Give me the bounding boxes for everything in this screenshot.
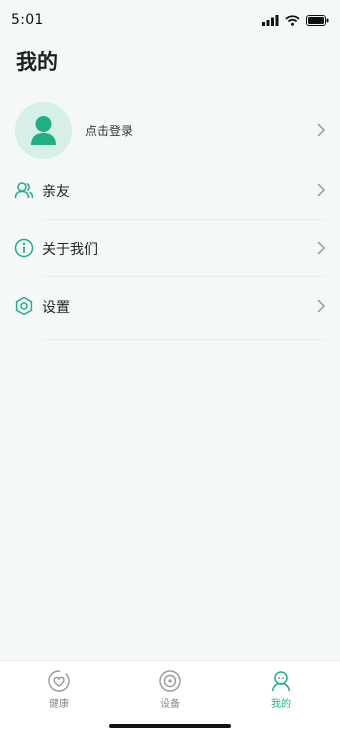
login-row[interactable]: 点击登录 bbox=[0, 98, 340, 162]
divider bbox=[42, 276, 326, 277]
health-icon bbox=[48, 670, 70, 692]
settings-icon bbox=[15, 296, 33, 316]
chevron-right-icon bbox=[317, 183, 326, 197]
menu-item-label: 关于我们 bbox=[42, 242, 98, 258]
menu-item-about[interactable]: 关于我们 bbox=[0, 220, 340, 276]
friends-icon bbox=[14, 182, 34, 199]
avatar[interactable] bbox=[15, 102, 72, 159]
tab-health[interactable]: 健康 bbox=[29, 669, 89, 713]
login-label[interactable]: 点击登录 bbox=[85, 122, 133, 139]
info-icon bbox=[14, 238, 34, 258]
profile-icon bbox=[271, 671, 291, 692]
chevron-right-icon bbox=[317, 123, 326, 137]
page-title: 我的 bbox=[16, 50, 58, 74]
menu-item-label: 设置 bbox=[42, 300, 70, 316]
tab-label: 健康 bbox=[49, 699, 69, 710]
signal-icon bbox=[262, 14, 279, 26]
battery-icon bbox=[306, 14, 329, 26]
menu-item-label: 亲友 bbox=[42, 184, 70, 200]
user-icon bbox=[31, 116, 56, 145]
tab-label: 设备 bbox=[160, 699, 180, 710]
device-icon bbox=[159, 670, 181, 692]
chevron-right-icon bbox=[317, 241, 326, 255]
tab-label: 我的 bbox=[271, 699, 291, 710]
menu-item-friends[interactable]: 亲友 bbox=[0, 162, 340, 218]
tab-profile[interactable]: 我的 bbox=[251, 669, 311, 713]
status-time: 5:01 bbox=[11, 12, 44, 28]
chevron-right-icon bbox=[317, 299, 326, 313]
home-indicator bbox=[109, 724, 231, 728]
divider bbox=[42, 339, 326, 340]
tab-device[interactable]: 设备 bbox=[140, 669, 200, 713]
status-icons bbox=[262, 13, 329, 27]
status-bar: 5:01 bbox=[0, 0, 340, 40]
menu-item-settings[interactable]: 设置 bbox=[0, 278, 340, 334]
wifi-icon bbox=[285, 14, 300, 26]
